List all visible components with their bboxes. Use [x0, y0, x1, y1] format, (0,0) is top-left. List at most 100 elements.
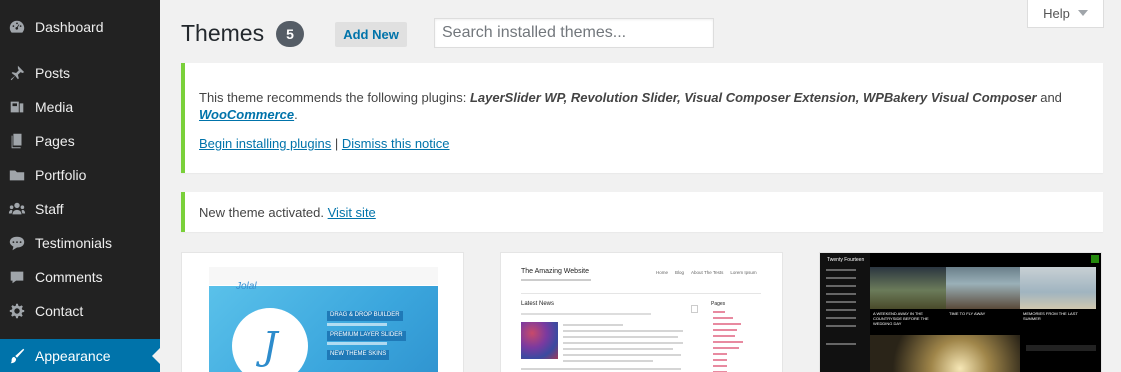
sidebar-item-label: Appearance: [35, 348, 111, 364]
pin-icon: [7, 63, 27, 83]
theme-preview-image: [870, 267, 946, 309]
theme-preview-title: The Amazing Website: [521, 268, 589, 275]
sidebar-item-staff[interactable]: Staff: [0, 192, 160, 226]
sidebar-item-pages[interactable]: Pages: [0, 124, 160, 158]
visit-site-link[interactable]: Visit site: [328, 205, 376, 220]
notice-actions: Begin installing plugins | Dismiss this …: [199, 136, 450, 151]
sidebar-item-testimonials[interactable]: Testimonials: [0, 226, 160, 260]
page-title: Themes: [181, 20, 265, 46]
theme-preview-image: [1020, 267, 1096, 309]
search-themes-input[interactable]: [434, 18, 714, 48]
woocommerce-link[interactable]: WooCommerce: [199, 107, 294, 122]
help-label: Help: [1043, 5, 1070, 21]
link-separator: |: [331, 136, 342, 151]
theme-preview-tagline: [521, 279, 591, 281]
caret-down-icon: [1077, 10, 1088, 16]
search-icon: [691, 305, 698, 313]
theme-preview-link: [713, 353, 727, 355]
theme-preview-link: [713, 329, 737, 331]
theme-preview-section-title: Latest News: [521, 301, 555, 307]
theme-preview-link: [713, 335, 735, 337]
theme-preview-meta: [521, 313, 651, 315]
sidebar-item-media[interactable]: Media: [0, 90, 160, 124]
activated-text: New theme activated.: [199, 205, 328, 220]
theme-preview-link: [826, 325, 856, 327]
sidebar-item-label: Comments: [35, 269, 103, 285]
theme-activated-notice: New theme activated. Visit site: [181, 192, 1103, 232]
theme-preview-link: [713, 317, 733, 319]
theme-preview-link: [713, 347, 739, 349]
media-icon: [7, 97, 27, 117]
theme-preview-text-line: [521, 368, 681, 370]
theme-preview-tag: DRAG & DROP BUILDER: [327, 311, 403, 321]
paintbrush-icon: [7, 346, 27, 366]
dismiss-notice-link[interactable]: Dismiss this notice: [342, 136, 450, 151]
sidebar-item-label: Portfolio: [35, 167, 87, 183]
sidebar-item-comments[interactable]: Comments: [0, 260, 160, 294]
theme-preview-tag: PREMIUM LAYER SLIDER: [327, 331, 406, 341]
theme-preview-line: [327, 323, 387, 326]
notice-and: and: [1036, 90, 1062, 105]
theme-preview-link: [826, 269, 856, 271]
search-icon: [1091, 255, 1099, 263]
theme-count-badge: 5: [276, 21, 304, 47]
theme-preview-line: [327, 342, 387, 345]
sidebar-item-label: Testimonials: [35, 235, 113, 251]
speech-bubble-icon: [7, 233, 27, 253]
add-new-button[interactable]: Add New: [335, 22, 407, 47]
theme-preview-widget-title: Pages: [711, 301, 726, 307]
sidebar-item-appearance[interactable]: Appearance: [0, 339, 160, 372]
theme-preview-tag: NEW THEME SKINS: [327, 350, 390, 360]
theme-preview-nav-item: Home: [656, 270, 669, 275]
theme-preview-widget: [1026, 345, 1096, 351]
theme-preview-text-line: [563, 324, 623, 326]
divider: [521, 293, 761, 294]
theme-preview-logo: Jolal: [236, 281, 257, 292]
theme-preview-link: [826, 301, 856, 303]
theme-preview-caption: MEMORIES FROM THE LAST SUMMER: [1023, 311, 1078, 321]
sidebar-item-contact[interactable]: Contact: [0, 294, 160, 328]
theme-preview-link: [826, 277, 856, 279]
sidebar-item-dashboard[interactable]: Dashboard: [0, 10, 160, 44]
help-tab-button[interactable]: Help: [1027, 0, 1104, 28]
plugin-list: LayerSlider WP, Revolution Slider, Visua…: [469, 90, 1037, 105]
theme-preview-text-line: [563, 330, 683, 332]
theme-preview-link: [713, 365, 727, 367]
theme-preview-nav: Home Blog About The Tests Lorem Ipsum: [656, 270, 757, 275]
theme-card[interactable]: Twenty Fourteen A WEEKEND AWAY IN THE CO…: [819, 252, 1102, 372]
theme-preview-link: [713, 341, 743, 343]
theme-preview-link: [826, 309, 856, 311]
comment-icon: [7, 267, 27, 287]
folder-icon: [7, 165, 27, 185]
notice-text: This theme recommends the following plug…: [199, 86, 1089, 109]
gear-icon: [7, 301, 27, 321]
begin-installing-plugins-link[interactable]: Begin installing plugins: [199, 136, 331, 151]
theme-preview-nav-item: Lorem Ipsum: [730, 270, 757, 275]
theme-preview-text-line: [563, 342, 683, 344]
sidebar-item-label: Posts: [35, 65, 71, 81]
theme-preview-nav-item: About The Tests: [691, 270, 724, 275]
sidebar-item-posts[interactable]: Posts: [0, 56, 160, 90]
pages-icon: [7, 131, 27, 151]
theme-card[interactable]: The Amazing Website Home Blog About The …: [500, 252, 783, 372]
theme-card[interactable]: Jolal J DRAG & DROP BUILDER PREMIUM LAYE…: [181, 252, 464, 372]
theme-preview-image: [521, 322, 558, 359]
sidebar-item-portfolio[interactable]: Portfolio: [0, 158, 160, 192]
admin-sidebar: Dashboard Posts Media Pages Portfolio St…: [0, 0, 160, 372]
theme-preview-title: Twenty Fourteen: [827, 257, 865, 263]
staff-icon: [7, 199, 27, 219]
theme-preview-link: [826, 285, 856, 287]
theme-preview-text-line: [563, 336, 678, 338]
theme-preview-text-line: [563, 348, 673, 350]
sidebar-item-label: Pages: [35, 133, 75, 149]
sidebar-item-label: Media: [35, 99, 74, 115]
sidebar-item-label: Staff: [35, 201, 64, 217]
theme-preview-link: [713, 323, 741, 325]
theme-preview-link: [826, 343, 856, 345]
theme-preview-caption: TIME TO FLY AWAY: [949, 311, 986, 316]
plugins-recommendation-notice: This theme recommends the following plug…: [181, 63, 1103, 173]
theme-preview-caption: A WEEKEND AWAY IN THE COUNTRYSIDE BEFORE…: [873, 311, 929, 326]
notice-intro: This theme recommends the following plug…: [199, 90, 470, 105]
notice-text: New theme activated. Visit site: [199, 205, 376, 220]
dashboard-icon: [7, 17, 27, 37]
